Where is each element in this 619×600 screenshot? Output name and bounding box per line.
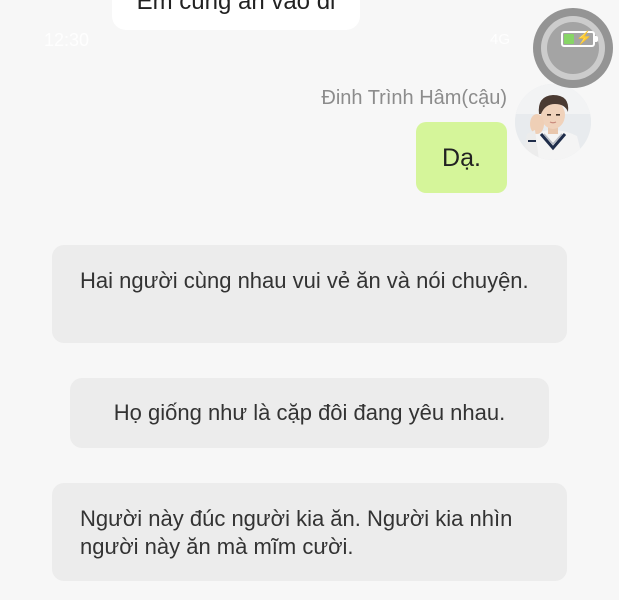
- avatar-photo: [515, 84, 591, 160]
- previous-message-text: Em cũng ăn vào đi: [136, 0, 336, 15]
- outgoing-message-bubble[interactable]: Dạ.: [416, 122, 507, 193]
- outgoing-message-text: Dạ.: [442, 144, 481, 172]
- narration-text: Người này đúc người kia ăn. Người kia nh…: [80, 506, 513, 559]
- status-signal: 4G: [490, 31, 511, 48]
- narration-text: Họ giống như là cặp đôi đang yêu nhau.: [113, 400, 506, 425]
- narration-box: Hai người cùng nhau vui vẻ ăn và nói chu…: [52, 245, 567, 343]
- previous-message-bubble[interactable]: Em cũng ăn vào đi: [112, 0, 360, 30]
- avatar[interactable]: [515, 84, 591, 160]
- status-time: 12:30: [44, 30, 90, 50]
- narration-box: Người này đúc người kia ăn. Người kia nh…: [52, 483, 567, 581]
- battery-charging-icon: ⚡: [561, 30, 598, 47]
- charging-bolt-icon: ⚡: [576, 30, 593, 45]
- battery-level: [564, 34, 574, 44]
- assistive-touch-ring: [541, 16, 605, 80]
- narration-box: Họ giống như là cặp đôi đang yêu nhau.: [70, 378, 549, 448]
- chat-screen: 12:30 4G Em cũng ăn vào đi Đinh Trình Hâ…: [0, 0, 619, 600]
- battery-cap: [595, 36, 598, 42]
- narration-text: Hai người cùng nhau vui vẻ ăn và nói chu…: [80, 268, 529, 293]
- sender-name: Đinh Trình Hâm(cậu): [321, 87, 507, 109]
- assistive-touch-button[interactable]: ⚡: [533, 8, 613, 88]
